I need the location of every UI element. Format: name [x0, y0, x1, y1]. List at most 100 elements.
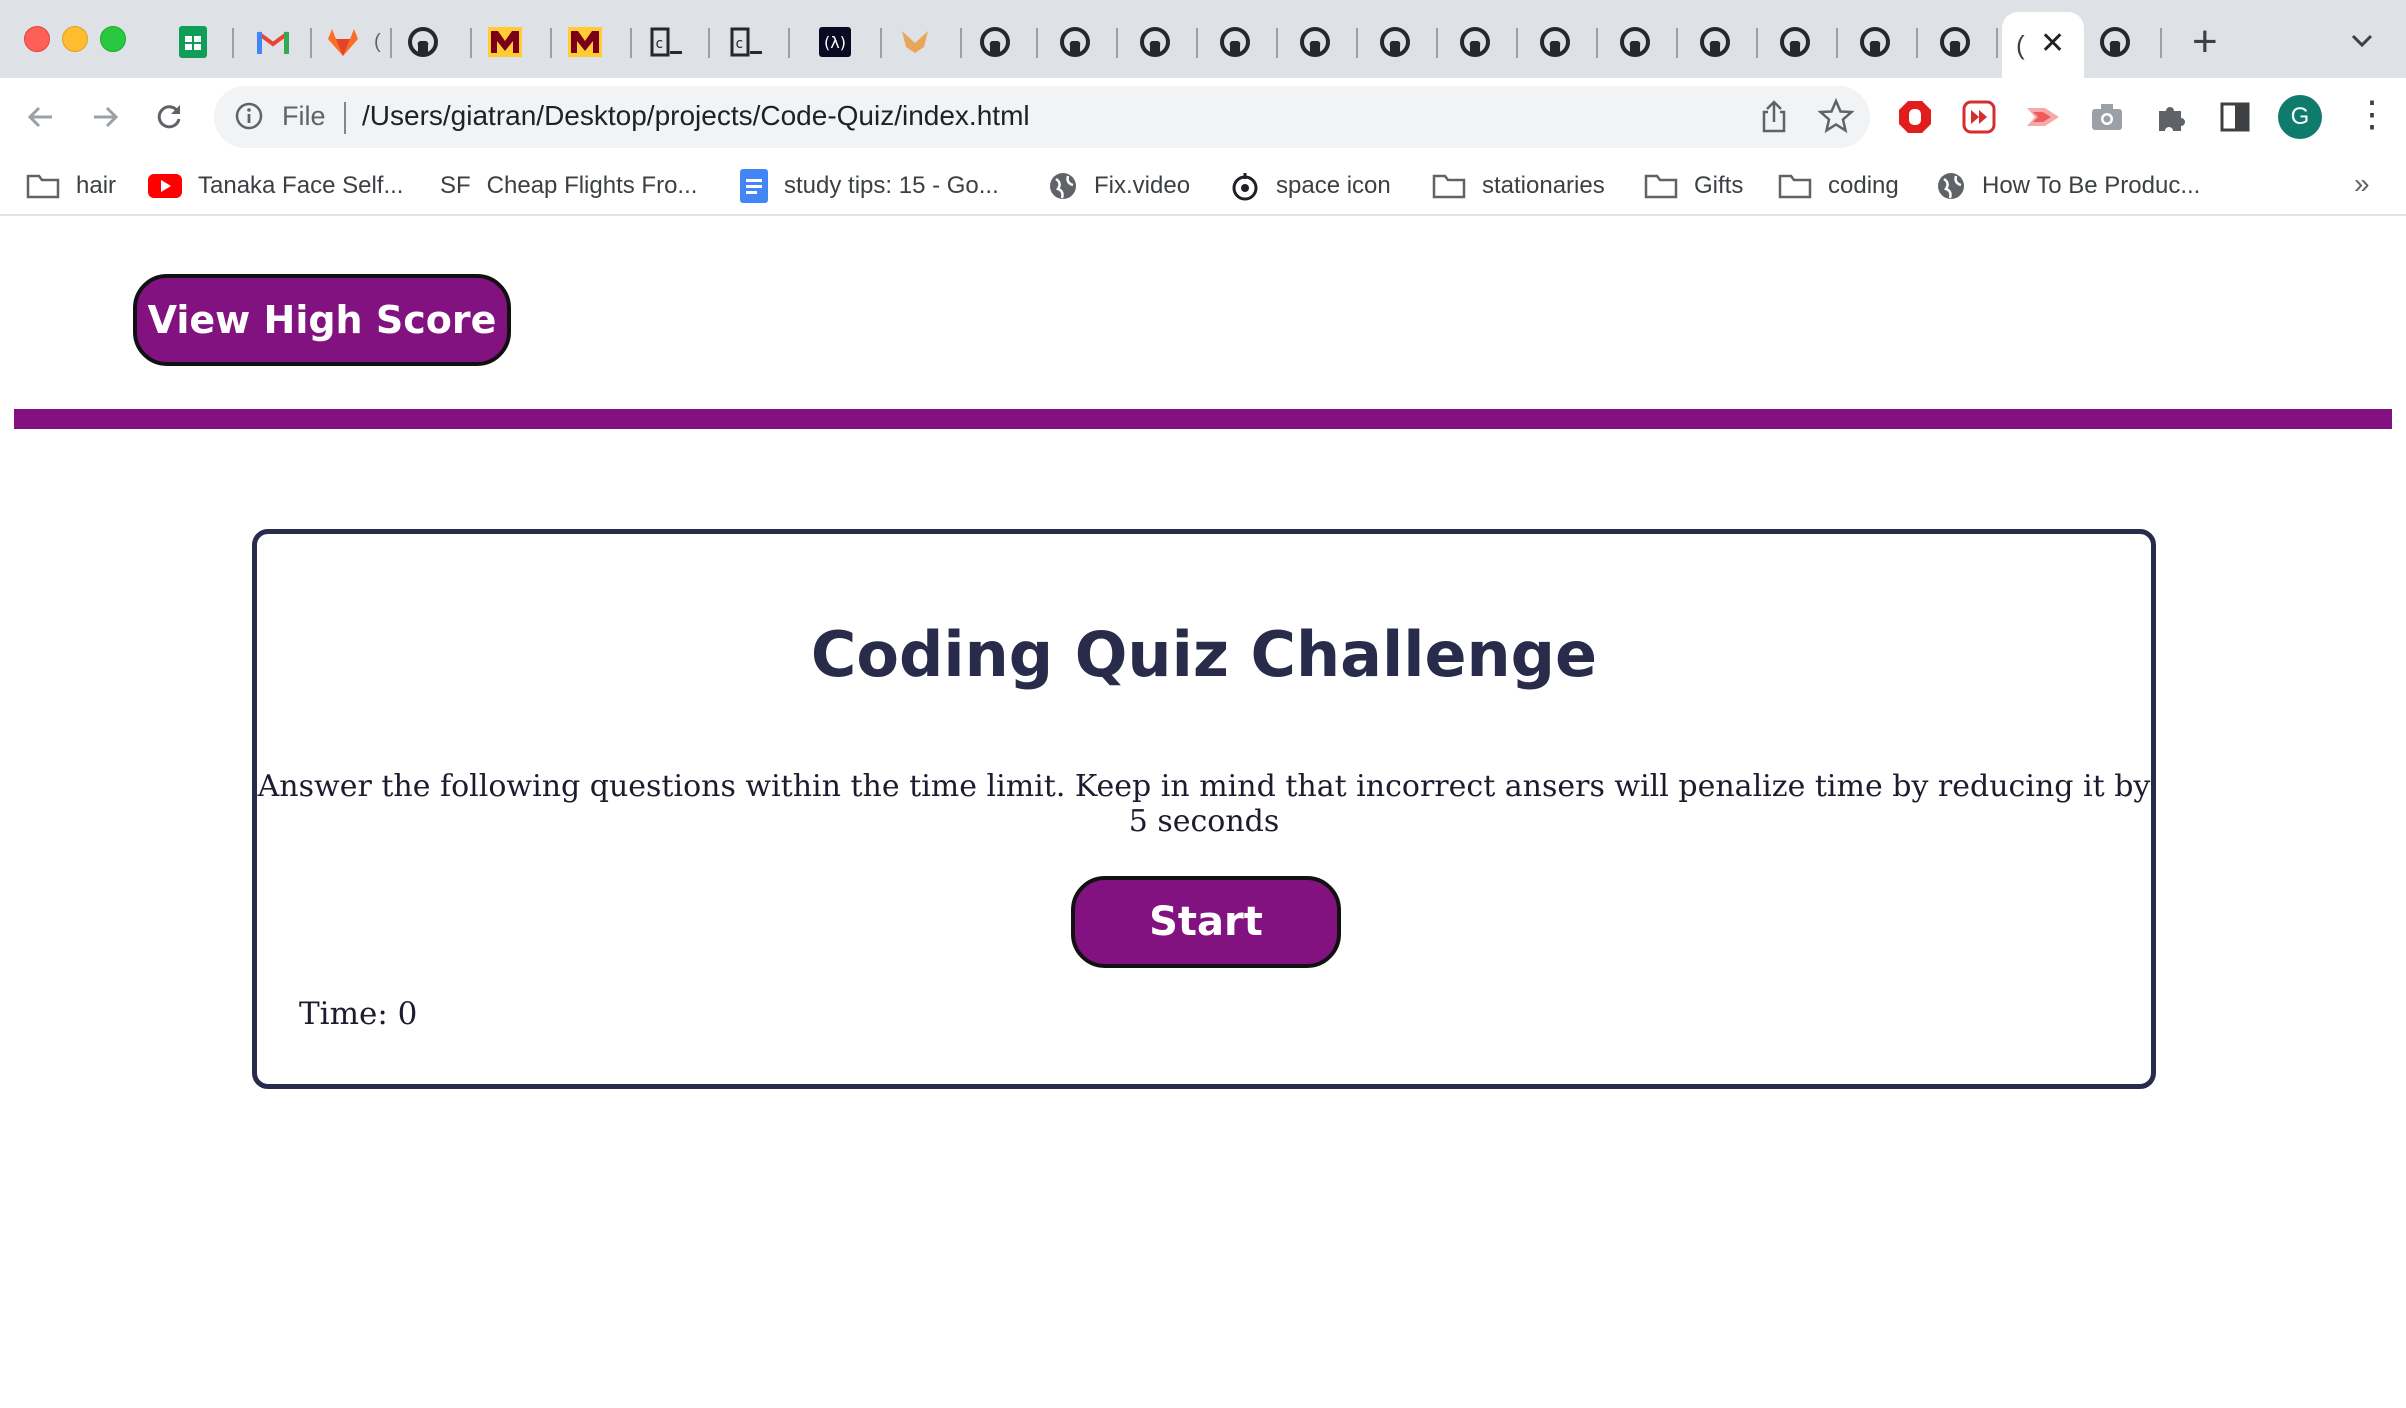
bookmark-cheap-flights[interactable]: SF Cheap Flights Fro... [440, 168, 697, 204]
tab-github[interactable] [1298, 25, 1332, 59]
tab-gitlab[interactable] [326, 25, 360, 59]
back-button[interactable] [18, 94, 64, 140]
tab-github[interactable] [978, 25, 1012, 59]
globe-icon [1048, 171, 1078, 201]
bookmark-how-to-be-productive[interactable]: How To Be Produc... [1936, 168, 2200, 204]
tab-github[interactable] [1138, 25, 1172, 59]
tab-github[interactable] [1858, 25, 1892, 59]
tab-github[interactable] [1538, 25, 1572, 59]
start-button[interactable]: Start [1071, 876, 1341, 968]
tab-gmail[interactable] [256, 25, 290, 59]
tab-separator [232, 28, 234, 58]
tab-university[interactable] [568, 25, 602, 59]
extension-adblock[interactable] [1894, 96, 1936, 138]
tab-github[interactable] [1698, 25, 1732, 59]
code-terminal-icon: c [730, 27, 762, 57]
tab-separator [1836, 28, 1838, 58]
url-text[interactable]: /Users/giatran/Desktop/projects/Code-Qui… [362, 100, 1030, 132]
tab-separator [1196, 28, 1198, 58]
github-icon [1540, 27, 1570, 57]
bookmark-stationaries[interactable]: stationaries [1432, 168, 1605, 204]
extension-video-speed[interactable] [1958, 96, 2000, 138]
tab-github[interactable] [406, 25, 440, 59]
tab-github[interactable] [1778, 25, 1812, 59]
side-panel-button[interactable] [2214, 96, 2256, 138]
bookmark-label: Fix.video [1094, 172, 1191, 199]
bookmarks-overflow-button[interactable]: » [2354, 168, 2370, 200]
extension-screenshot[interactable] [2086, 96, 2128, 138]
bookmark-label: stationaries [1482, 172, 1605, 199]
tab-github[interactable] [1378, 25, 1412, 59]
bookmark-study-tips[interactable]: study tips: 15 - Go... [740, 168, 999, 204]
bookmark-space-icon[interactable]: space icon [1230, 168, 1391, 204]
bookmark-gifts[interactable]: Gifts [1644, 168, 1743, 204]
forward-arrow-icon [94, 106, 119, 128]
tab-github[interactable] [1458, 25, 1492, 59]
puzzle-piece-icon [2159, 107, 2185, 131]
more-menu-icon[interactable]: ⋮ [2354, 96, 2390, 132]
freecodecamp-icon: (λ) [819, 27, 851, 57]
site-info-icon[interactable] [234, 101, 264, 136]
quiz-description: Answer the following questions within th… [257, 769, 2151, 839]
tab-code[interactable]: c [730, 25, 764, 59]
active-tab[interactable]: ( ✕ [2002, 12, 2084, 78]
github-icon [1300, 27, 1330, 57]
window-minimize-button[interactable] [62, 26, 88, 52]
window-close-button[interactable] [24, 26, 50, 52]
tab-freecodecamp[interactable]: (λ) [818, 25, 852, 59]
google-docs-icon [740, 169, 768, 203]
forward-button[interactable] [82, 94, 128, 140]
bookmark-star-icon[interactable] [1817, 97, 1855, 139]
bookmark-label: Tanaka Face Self... [198, 172, 404, 199]
tab-separator [1036, 28, 1038, 58]
profile-avatar[interactable]: G [2278, 95, 2322, 139]
tab-separator [1436, 28, 1438, 58]
github-icon [408, 27, 438, 57]
extensions-button[interactable] [2150, 96, 2192, 138]
github-icon [1220, 27, 1250, 57]
bookmark-label: How To Be Produc... [1982, 172, 2201, 199]
gitlab-icon [328, 29, 358, 56]
extension-screen-recorder[interactable] [2022, 96, 2064, 138]
share-icon[interactable] [1758, 100, 1790, 139]
timer-label: Time: [299, 996, 388, 1032]
side-panel-icon [2220, 102, 2250, 132]
github-icon [1700, 27, 1730, 57]
folder-icon [26, 173, 60, 199]
tab-strip: ( c c (λ) ( ✕ + [0, 0, 2406, 78]
tab-fox[interactable] [898, 25, 932, 59]
address-bar[interactable]: File /Users/giatran/Desktop/projects/Cod… [214, 86, 1870, 148]
github-icon [2100, 27, 2130, 57]
page-viewport: View High Score Coding Quiz Challenge An… [0, 216, 2406, 1408]
tab-code[interactable]: c [650, 25, 684, 59]
tab-close-icon[interactable]: ✕ [2040, 26, 2065, 61]
bookmark-fix-video[interactable]: Fix.video [1048, 168, 1190, 204]
youtube-icon [148, 174, 182, 198]
github-icon [1860, 27, 1890, 57]
tab-separator [630, 28, 632, 58]
bookmark-coding[interactable]: coding [1778, 168, 1899, 204]
view-high-score-button[interactable]: View High Score [133, 274, 511, 366]
bookmark-tanaka[interactable]: Tanaka Face Self... [148, 168, 403, 204]
folder-icon [1432, 173, 1466, 199]
tab-separator [960, 28, 962, 58]
tab-github[interactable] [1618, 25, 1652, 59]
tab-google-sheets[interactable] [176, 25, 210, 59]
tab-github[interactable] [2098, 25, 2132, 59]
reload-button[interactable] [146, 94, 192, 140]
google-sheets-icon [179, 26, 207, 58]
tab-university[interactable] [488, 25, 522, 59]
tab-github[interactable] [1938, 25, 1972, 59]
new-tab-button[interactable]: + [2192, 20, 2218, 64]
fox-icon [902, 31, 928, 53]
window-zoom-button[interactable] [100, 26, 126, 52]
tab-github[interactable] [1058, 25, 1092, 59]
github-icon [1140, 27, 1170, 57]
folder-icon [1644, 173, 1678, 199]
camera-icon [2092, 104, 2122, 130]
github-icon [1060, 27, 1090, 57]
record-arrow-icon [2027, 108, 2059, 126]
bookmark-hair[interactable]: hair [26, 168, 116, 204]
tab-github[interactable] [1218, 25, 1252, 59]
tab-search-chevron-icon[interactable] [2350, 24, 2374, 56]
